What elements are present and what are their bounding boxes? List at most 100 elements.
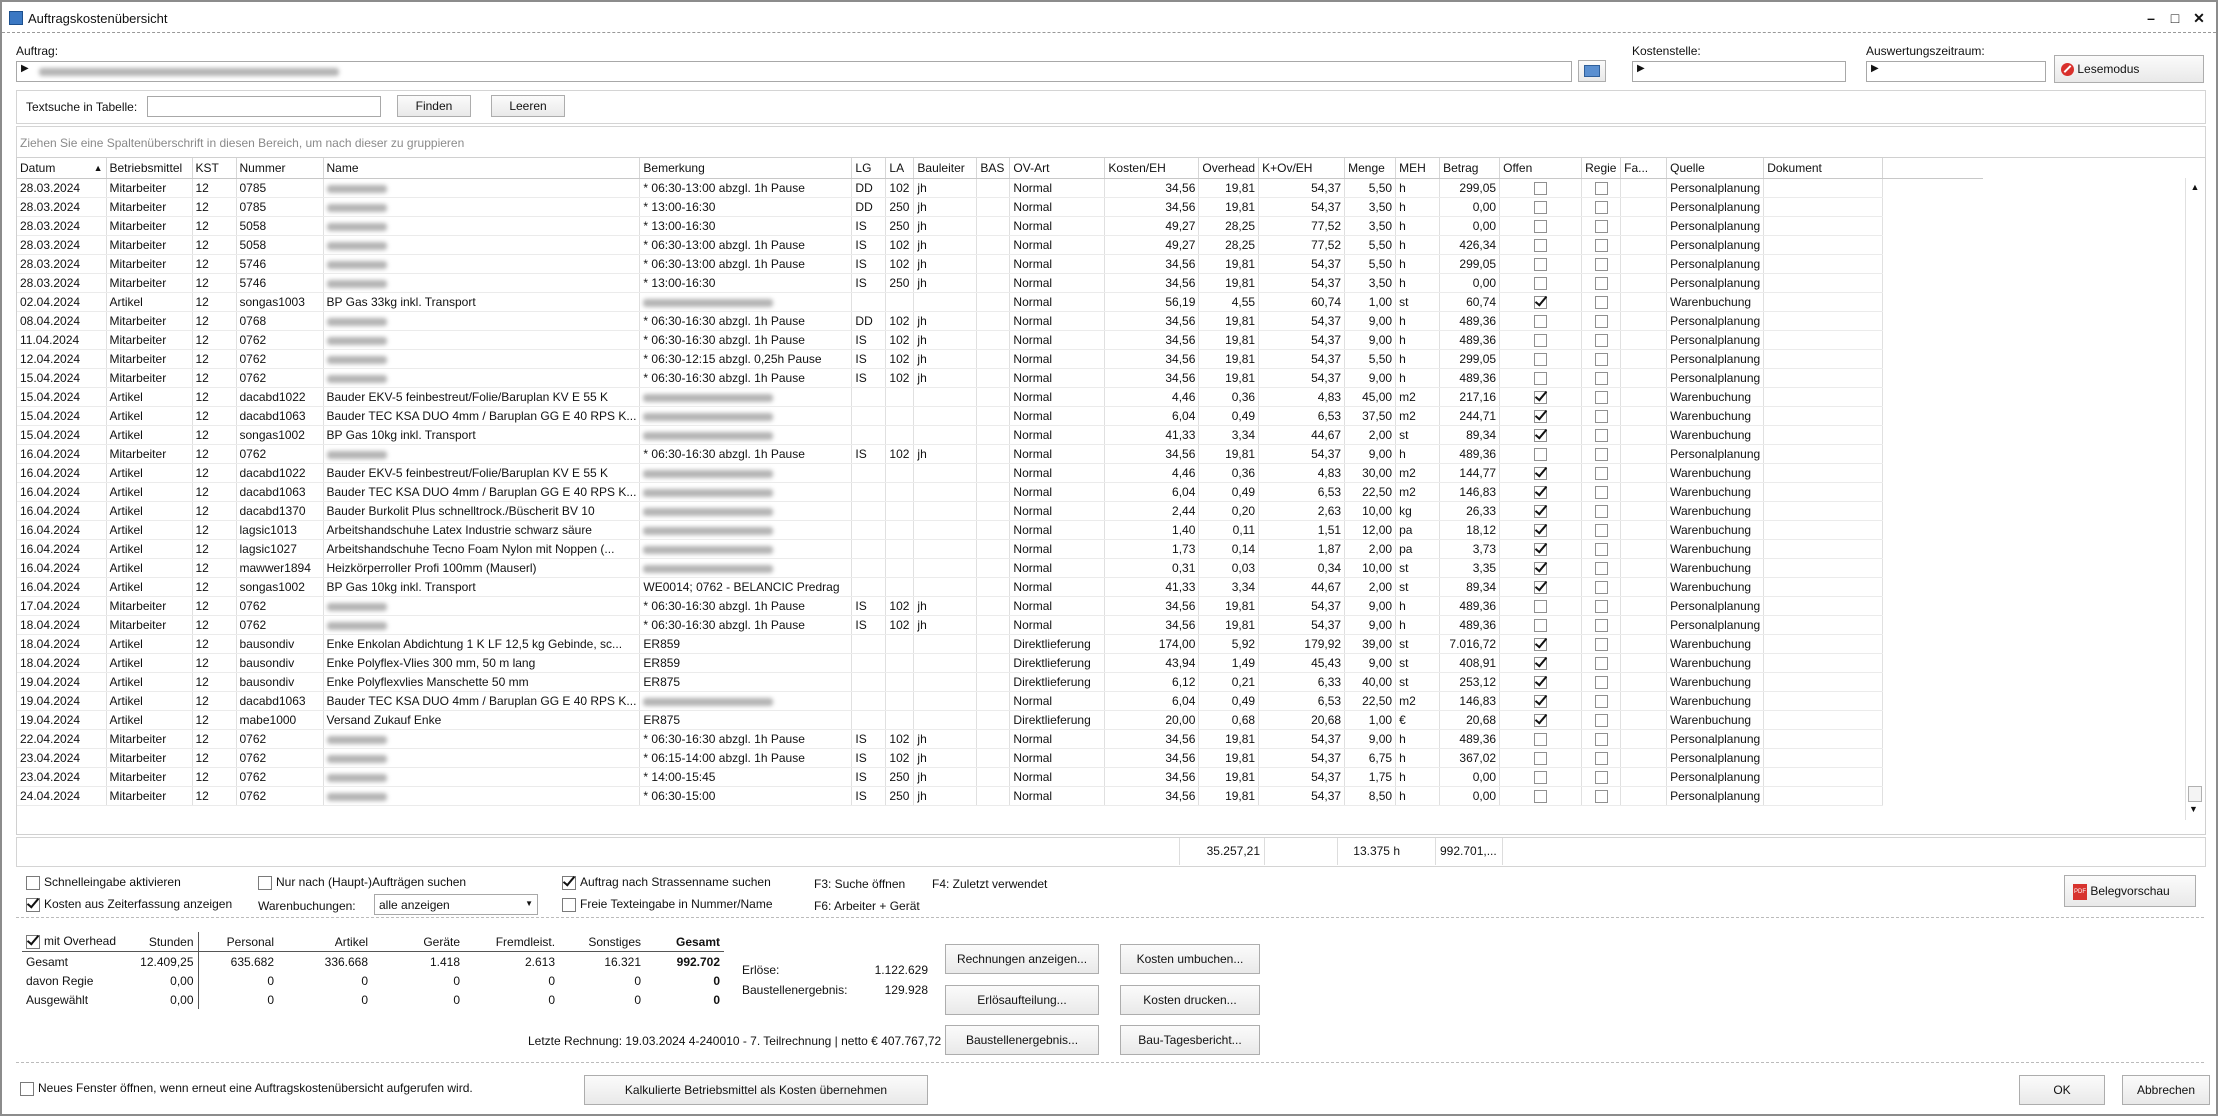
regie-checkbox[interactable] xyxy=(1594,467,1608,481)
cell-regie[interactable] xyxy=(1581,311,1622,331)
column-header[interactable]: MEH xyxy=(1395,158,1441,179)
regie-checkbox[interactable] xyxy=(1594,771,1608,785)
regie-checkbox[interactable] xyxy=(1594,448,1608,462)
cell-offen[interactable] xyxy=(1499,482,1583,502)
table-row[interactable]: 19.04.2024 Artikel 12 bausondiv Enke Polyfle… xyxy=(17,672,1983,692)
offen-checkbox[interactable] xyxy=(1534,448,1548,462)
cell-offen[interactable] xyxy=(1499,596,1583,616)
table-row[interactable]: 15.04.2024 Mitarbeiter 12 0762 * 06:30-16:30… xyxy=(17,368,1983,388)
column-header[interactable]: Quelle xyxy=(1666,158,1765,179)
offen-checkbox[interactable] xyxy=(1534,505,1548,519)
group-panel[interactable]: Ziehen Sie eine Spaltenüberschrift in di… xyxy=(16,126,2206,157)
table-row[interactable]: 24.04.2024 Mitarbeiter 12 0762 * 06:30-15:00… xyxy=(17,786,1983,806)
tagesbericht-button[interactable]: Bau-Tagesbericht... xyxy=(1120,1025,1260,1055)
offen-checkbox[interactable] xyxy=(1534,695,1548,709)
table-row[interactable]: 02.04.2024 Artikel 12 songas1003 BP Gas 33kg… xyxy=(17,292,1983,312)
regie-checkbox[interactable] xyxy=(1594,372,1608,386)
table-row[interactable]: 18.04.2024 Mitarbeiter 12 0762 * 06:30-16:30… xyxy=(17,615,1983,635)
scroll-down-icon[interactable]: ▼ xyxy=(2189,804,2198,814)
regie-checkbox[interactable] xyxy=(1594,429,1608,443)
cell-regie[interactable] xyxy=(1581,691,1622,711)
cell-regie[interactable] xyxy=(1581,558,1622,578)
umbuchen-button[interactable]: Kosten umbuchen... xyxy=(1120,944,1260,974)
cell-regie[interactable] xyxy=(1581,482,1622,502)
regie-checkbox[interactable] xyxy=(1594,201,1608,215)
scroll-thumb[interactable] xyxy=(2188,786,2202,802)
regie-checkbox[interactable] xyxy=(1594,562,1608,576)
regie-checkbox[interactable] xyxy=(1594,524,1608,538)
cell-regie[interactable] xyxy=(1581,178,1622,198)
column-header[interactable]: Nummer xyxy=(236,158,324,179)
cell-offen[interactable] xyxy=(1499,653,1583,673)
cell-offen[interactable] xyxy=(1499,501,1583,521)
table-row[interactable]: 16.04.2024 Artikel 12 lagsic1013 Arbeitshand… xyxy=(17,520,1983,540)
table-row[interactable]: 28.03.2024 Mitarbeiter 12 5746 * 13:00-16:30… xyxy=(17,273,1983,293)
offen-checkbox[interactable] xyxy=(1534,429,1548,443)
cell-offen[interactable] xyxy=(1499,292,1583,312)
table-row[interactable]: 18.04.2024 Artikel 12 bausondiv Enke Polyfle… xyxy=(17,653,1983,673)
column-header[interactable]: Bauleiter xyxy=(913,158,978,179)
cell-offen[interactable] xyxy=(1499,729,1583,749)
regie-checkbox[interactable] xyxy=(1594,334,1608,348)
cell-regie[interactable] xyxy=(1581,653,1622,673)
regie-checkbox[interactable] xyxy=(1594,733,1608,747)
regie-checkbox[interactable] xyxy=(1594,505,1608,519)
cell-offen[interactable] xyxy=(1499,463,1583,483)
kostenstelle-input[interactable]: ▶ xyxy=(1632,61,1846,82)
cell-regie[interactable] xyxy=(1581,368,1622,388)
offen-checkbox[interactable] xyxy=(1534,182,1548,196)
regie-checkbox[interactable] xyxy=(1594,543,1608,557)
vertical-scrollbar[interactable]: ▲ ▼ xyxy=(2185,178,2204,820)
abbrechen-button[interactable]: Abbrechen xyxy=(2122,1075,2210,1105)
offen-checkbox[interactable] xyxy=(1534,258,1548,272)
erloesaufteilung-button[interactable]: Erlösaufteilung... xyxy=(945,985,1099,1015)
cell-offen[interactable] xyxy=(1499,216,1583,236)
regie-checkbox[interactable] xyxy=(1594,239,1608,253)
table-row[interactable]: 15.04.2024 Artikel 12 songas1002 BP Gas 10kg… xyxy=(17,425,1983,445)
offen-checkbox[interactable] xyxy=(1534,486,1548,500)
cell-regie[interactable] xyxy=(1581,634,1622,654)
column-header[interactable]: OV-Art xyxy=(1009,158,1106,179)
cell-regie[interactable] xyxy=(1581,577,1622,597)
regie-checkbox[interactable] xyxy=(1594,486,1608,500)
offen-checkbox[interactable] xyxy=(1534,676,1548,690)
offen-checkbox[interactable] xyxy=(1534,619,1548,633)
table-row[interactable]: 28.03.2024 Mitarbeiter 12 5058 * 06:30-13:00… xyxy=(17,235,1983,255)
offen-checkbox[interactable] xyxy=(1534,201,1548,215)
cell-regie[interactable] xyxy=(1581,387,1622,407)
regie-checkbox[interactable] xyxy=(1594,258,1608,272)
scroll-up-icon[interactable]: ▲ xyxy=(2186,182,2204,192)
checkbox[interactable] xyxy=(20,1081,34,1096)
table-row[interactable]: 19.04.2024 Artikel 12 mabe1000 Versand Zukau… xyxy=(17,710,1983,730)
cell-offen[interactable] xyxy=(1499,786,1583,806)
cell-regie[interactable] xyxy=(1581,615,1622,635)
offen-checkbox[interactable] xyxy=(1534,239,1548,253)
offen-checkbox[interactable] xyxy=(1534,543,1548,557)
cell-regie[interactable] xyxy=(1581,254,1622,274)
offen-checkbox[interactable] xyxy=(1534,296,1548,310)
table-row[interactable]: 15.04.2024 Artikel 12 dacabd1063 Bauder TEC … xyxy=(17,406,1983,426)
column-header[interactable]: Offen xyxy=(1499,158,1583,179)
cell-regie[interactable] xyxy=(1581,349,1622,369)
table-row[interactable]: 19.04.2024 Artikel 12 dacabd1063 Bauder TEC … xyxy=(17,691,1983,711)
regie-checkbox[interactable] xyxy=(1594,638,1608,652)
cell-offen[interactable] xyxy=(1499,444,1583,464)
regie-checkbox[interactable] xyxy=(1594,657,1608,671)
kalkulierte-button[interactable]: Kalkulierte Betriebsmittel als Kosten üb… xyxy=(584,1075,928,1105)
rechnungen-button[interactable]: Rechnungen anzeigen... xyxy=(945,944,1099,974)
column-header[interactable]: LG xyxy=(851,158,887,179)
cell-offen[interactable] xyxy=(1499,178,1583,198)
cell-regie[interactable] xyxy=(1581,463,1622,483)
table-row[interactable]: 16.04.2024 Artikel 12 songas1002 BP Gas 10kg… xyxy=(17,577,1983,597)
cell-offen[interactable] xyxy=(1499,577,1583,597)
cell-offen[interactable] xyxy=(1499,406,1583,426)
column-header[interactable]: Betriebsmittel xyxy=(106,158,193,179)
zeiterfassung-option[interactable]: Kosten aus Zeiterfassung anzeigen xyxy=(26,897,232,912)
regie-checkbox[interactable] xyxy=(1594,410,1608,424)
offen-checkbox[interactable] xyxy=(1534,790,1548,804)
strassenname-option[interactable]: Auftrag nach Strassenname suchen xyxy=(562,875,771,890)
table-row[interactable]: 16.04.2024 Artikel 12 mawwer1894 Heizkörperr… xyxy=(17,558,1983,578)
offen-checkbox[interactable] xyxy=(1534,752,1548,766)
table-row[interactable]: 08.04.2024 Mitarbeiter 12 0768 * 06:30-16:30… xyxy=(17,311,1983,331)
cell-offen[interactable] xyxy=(1499,615,1583,635)
